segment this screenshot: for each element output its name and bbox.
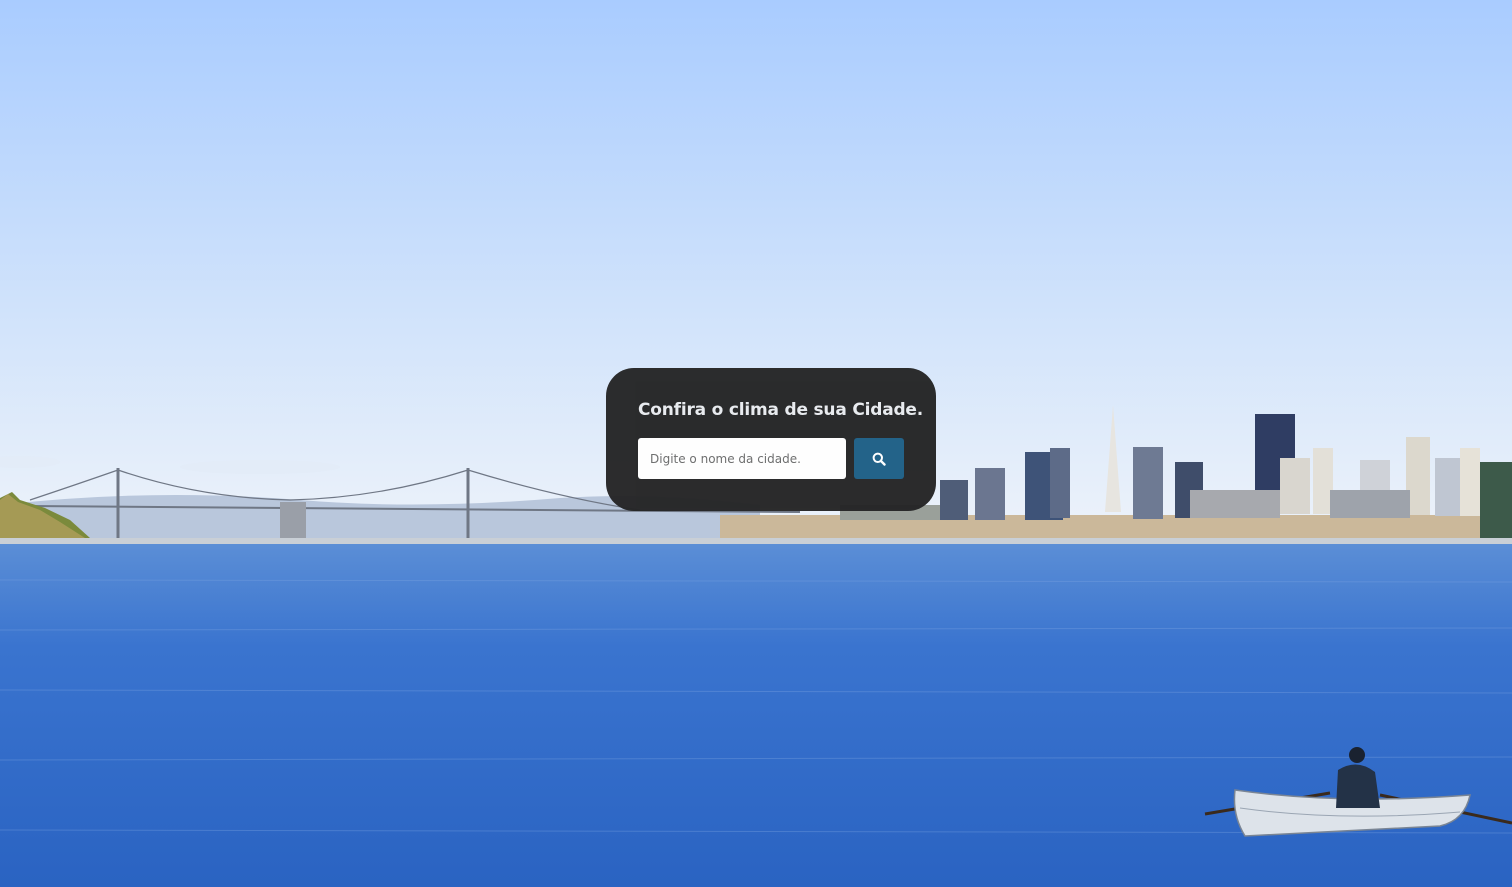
- search-row: [638, 438, 904, 479]
- card-title: Confira o clima de sua Cidade.: [638, 400, 924, 420]
- weather-search-card: Confira o clima de sua Cidade.: [606, 368, 936, 511]
- city-search-input[interactable]: [638, 438, 846, 479]
- search-button[interactable]: [854, 438, 904, 479]
- search-icon: [872, 452, 886, 466]
- bay-water: [0, 544, 1512, 887]
- cloud: [180, 460, 340, 474]
